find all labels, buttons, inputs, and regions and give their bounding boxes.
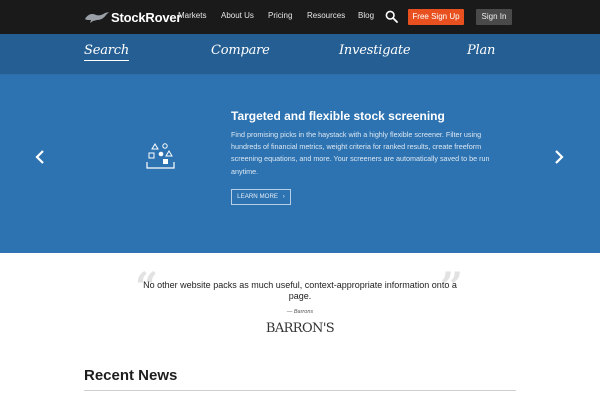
nav-link-blog[interactable]: Blog <box>358 11 374 20</box>
divider <box>84 390 516 391</box>
tab-compare[interactable]: Compare <box>211 43 270 58</box>
nav-link-pricing[interactable]: Pricing <box>268 11 292 20</box>
free-sign-up-button[interactable]: Free Sign Up <box>408 9 464 25</box>
barrons-logo: BARRON'S <box>265 321 335 336</box>
recent-news-heading: Recent News <box>84 367 178 384</box>
quote-attribution: — Barrons <box>286 309 314 315</box>
tab-plan[interactable]: Plan <box>467 43 495 58</box>
hero-carousel: Targeted and flexible stock screening Fi… <box>0 75 600 253</box>
learn-more-label: LEARN MORE <box>237 193 279 200</box>
learn-more-button[interactable]: LEARN MORE › <box>231 189 291 205</box>
screening-shapes-icon <box>146 143 175 169</box>
nav-link-markets[interactable]: Markets <box>178 11 206 20</box>
chevron-right-icon[interactable] <box>553 149 565 165</box>
hero-description: Find promising picks in the haystack wit… <box>231 130 490 176</box>
chevron-left-icon[interactable] <box>34 149 46 165</box>
testimonial-quote: No other website packs as much useful, c… <box>143 280 457 301</box>
search-icon[interactable] <box>385 10 398 23</box>
hero-title: Targeted and flexible stock screening <box>231 109 445 123</box>
chevron-right-small-icon: › <box>282 193 285 200</box>
feature-tab-bar: Search Compare Investigate Plan <box>0 34 600 75</box>
nav-link-resources[interactable]: Resources <box>307 11 345 20</box>
logo-text: StockRover <box>111 9 182 25</box>
stockrover-bull-icon <box>85 12 109 23</box>
top-nav-bar: StockRover Markets About Us Pricing Reso… <box>0 0 600 34</box>
tab-search[interactable]: Search <box>84 43 129 61</box>
stockrover-logo[interactable]: StockRover <box>84 8 181 26</box>
nav-link-about-us[interactable]: About Us <box>221 11 254 20</box>
sign-in-button[interactable]: Sign In <box>476 9 512 25</box>
tab-investigate[interactable]: Investigate <box>339 43 411 58</box>
